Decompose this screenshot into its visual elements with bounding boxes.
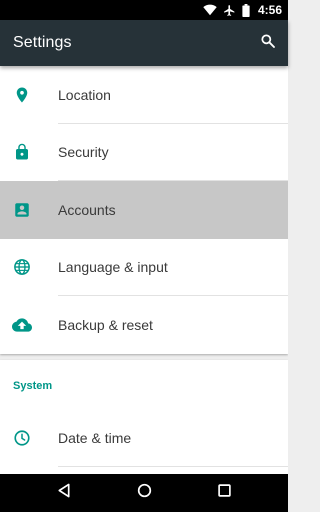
lock-icon (10, 140, 34, 164)
home-icon (137, 483, 152, 503)
settings-item-label: Backup & reset (58, 316, 153, 333)
battery-icon (242, 3, 250, 17)
clock: 4:56 (257, 3, 282, 17)
settings-card-personal: Location Security Accounts Language & in… (0, 66, 288, 354)
back-icon (57, 483, 71, 503)
settings-item-location[interactable]: Location (0, 66, 288, 124)
location-pin-icon (10, 83, 34, 107)
back-button[interactable] (44, 474, 84, 512)
clock-icon (10, 426, 34, 450)
globe-icon (10, 255, 34, 279)
search-button[interactable] (256, 31, 280, 55)
home-button[interactable] (124, 474, 164, 512)
settings-card-system: System Date & time (0, 359, 288, 474)
navigation-bar (0, 474, 288, 512)
settings-item-security[interactable]: Security (0, 124, 288, 181)
settings-item-backup-reset[interactable]: Backup & reset (0, 296, 288, 354)
settings-item-label: Security (58, 144, 109, 161)
status-icons: 4:56 (203, 0, 282, 20)
settings-item-accounts[interactable]: Accounts (0, 181, 288, 239)
wifi-icon (203, 4, 217, 16)
settings-list: Location Security Accounts Language & in… (0, 66, 288, 474)
recents-button[interactable] (204, 474, 244, 512)
settings-item-label: Accounts (58, 201, 116, 218)
section-header: System (0, 360, 288, 410)
settings-item-label: Date & time (58, 430, 132, 447)
section-title-system: System (13, 379, 53, 392)
settings-item-partial[interactable] (0, 467, 288, 474)
recents-icon (217, 484, 231, 502)
search-icon (260, 33, 276, 54)
settings-item-date-time[interactable]: Date & time (0, 410, 288, 467)
settings-item-label: Location (58, 86, 111, 103)
app-bar: Settings (0, 20, 288, 66)
page-title: Settings (13, 34, 72, 51)
airplane-icon (223, 4, 236, 17)
status-bar: 4:56 (0, 0, 288, 20)
cloud-upload-icon (10, 313, 34, 337)
account-box-icon (10, 198, 34, 222)
settings-item-label: Language & input (58, 259, 168, 276)
settings-item-language-input[interactable]: Language & input (0, 239, 288, 296)
